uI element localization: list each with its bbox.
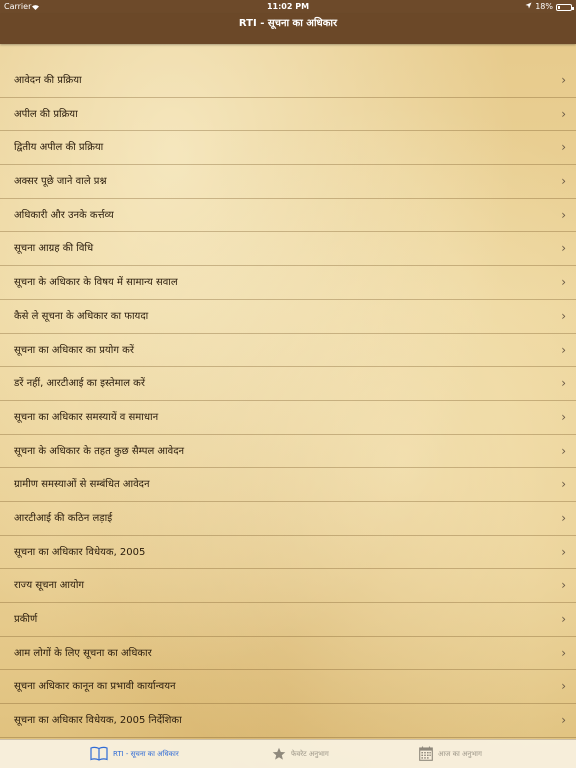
list-item[interactable]: अक्सर पूछे जाने वाले प्रश्न ›	[0, 165, 576, 199]
list-item[interactable]: डरें नहीं, आरटीआई का इस्तेमाल करें ›	[0, 367, 576, 401]
chevron-right-icon: ›	[561, 275, 566, 290]
list-item-label: सूचना का अधिकार विधेयक, 2005 निर्देशिका	[14, 715, 182, 727]
status-right: 18%	[525, 0, 574, 14]
list-item[interactable]: कैसे ले सूचना के अधिकार का फायदा ›	[0, 300, 576, 334]
list-item-label: सूचना के अधिकार के तहत कुछ सैम्पल आवेदन	[14, 445, 185, 457]
chevron-right-icon: ›	[561, 409, 566, 424]
tab-rti[interactable]: RTI - सूचना का अधिकार	[90, 740, 179, 768]
list-item[interactable]: सूचना के अधिकार के तहत कुछ सैम्पल आवेदन ›	[0, 435, 576, 469]
list-item[interactable]: सूचना का अधिकार समस्यायें व समाधान ›	[0, 401, 576, 435]
list-item[interactable]: द्वितीय अपील की प्रक्रिया ›	[0, 131, 576, 166]
list-item[interactable]: ग्रामीण समस्याओं से सम्बंधित आवेदन ›	[0, 468, 576, 502]
list-item-label: सूचना का अधिकार विधेयक, 2005	[14, 546, 146, 558]
list-item[interactable]: आरटीआई की कठिन लड़ाई ›	[0, 502, 576, 536]
list-item[interactable]: अपील की प्रक्रिया ›	[0, 98, 576, 132]
list-item[interactable]: सूचना का अधिकार का प्रयोग करें ›	[0, 334, 576, 368]
list-item-label: आरटीआई की कठिन लड़ाई	[14, 512, 113, 524]
status-time: 11:02 PM	[266, 2, 310, 11]
list-item-label: सूचना अधिकार कानून का प्रभावी कार्यान्वय…	[14, 681, 176, 693]
chevron-right-icon: ›	[561, 106, 566, 121]
list-item-label: आम लोगों के लिए सूचना का अधिकार	[14, 647, 152, 659]
tab-label: RTI - सूचना का अधिकार	[113, 750, 179, 758]
list-item[interactable]: प्रकीर्ण ›	[0, 603, 576, 637]
list-item-label: अक्सर पूछे जाने वाले प्रश्न	[14, 176, 107, 188]
tab-label: फेवरेट अनुभाग	[291, 750, 329, 758]
chevron-right-icon: ›	[561, 679, 566, 694]
battery-percent: 18%	[535, 2, 553, 11]
chevron-right-icon: ›	[561, 713, 566, 728]
list-item[interactable]: अधिकारी और उनके कर्त्तव्य ›	[0, 199, 576, 233]
star-icon	[272, 747, 286, 763]
battery-fill	[558, 5, 560, 9]
menu-list: आवेदन की प्रक्रिया › अपील की प्रक्रिया › द…	[0, 64, 576, 738]
chevron-right-icon: ›	[561, 342, 566, 357]
status-bar: Carrier 11:02 PM 18%	[0, 0, 576, 14]
chevron-right-icon: ›	[561, 477, 566, 492]
tab-label: आज का अनुभाग	[438, 750, 482, 758]
tab-bar: RTI - सूचना का अधिकार फेवरेट अनुभाग आज क…	[0, 739, 576, 768]
list-item[interactable]: सूचना आग्रह की विधि ›	[0, 232, 576, 267]
tab-favorites[interactable]: फेवरेट अनुभाग	[272, 740, 329, 768]
tab-today[interactable]: आज का अनुभाग	[419, 740, 482, 768]
list-item[interactable]: सूचना का अधिकार विधेयक, 2005 ›	[0, 536, 576, 570]
chevron-right-icon: ›	[561, 174, 566, 189]
chevron-right-icon: ›	[561, 376, 566, 391]
book-icon	[90, 746, 108, 763]
list-item-label: द्वितीय अपील की प्रक्रिया	[14, 142, 104, 154]
chevron-right-icon: ›	[561, 612, 566, 626]
list-item-label: अधिकारी और उनके कर्त्तव्य	[14, 209, 114, 221]
chevron-right-icon: ›	[561, 207, 566, 222]
list-item-label: ग्रामीण समस्याओं से सम्बंधित आवेदन	[14, 479, 150, 491]
chevron-right-icon: ›	[561, 645, 566, 660]
list-item[interactable]: आम लोगों के लिए सूचना का अधिकार ›	[0, 637, 576, 671]
chevron-right-icon: ›	[561, 241, 566, 256]
list-item[interactable]: सूचना का अधिकार विधेयक, 2005 निर्देशिका ›	[0, 704, 576, 738]
chevron-right-icon: ›	[561, 578, 566, 593]
chevron-right-icon: ›	[561, 544, 566, 559]
list-item-label: सूचना का अधिकार का प्रयोग करें	[14, 344, 134, 356]
location-icon	[525, 0, 532, 14]
chevron-right-icon: ›	[561, 308, 566, 323]
app-screen: Carrier 11:02 PM 18% RTI - सूचना का अधिक…	[0, 0, 576, 768]
list-item-label: सूचना के अधिकार के विषय में सामान्य सवाल	[14, 277, 178, 289]
page-title: RTI - सूचना का अधिकार	[238, 18, 338, 29]
list-item[interactable]: सूचना के अधिकार के विषय में सामान्य सवाल…	[0, 266, 576, 300]
list-item-label: डरें नहीं, आरटीआई का इस्तेमाल करें	[14, 378, 145, 390]
list-item-label: कैसे ले सूचना के अधिकार का फायदा	[14, 310, 149, 322]
chevron-right-icon: ›	[561, 140, 566, 155]
list-item-label: सूचना आग्रह की विधि	[14, 243, 94, 255]
navigation-bar: RTI - सूचना का अधिकार	[0, 14, 576, 44]
calendar-icon	[419, 746, 433, 763]
chevron-right-icon: ›	[561, 73, 566, 87]
list-item-label: प्रकीर्ण	[14, 614, 38, 625]
list-item-label: आवेदन की प्रक्रिया	[14, 75, 82, 86]
list-item[interactable]: सूचना अधिकार कानून का प्रभावी कार्यान्वय…	[0, 670, 576, 705]
list-item-label: राज्य सूचना आयोग	[14, 580, 85, 592]
list-item[interactable]: राज्य सूचना आयोग ›	[0, 569, 576, 603]
battery-icon	[556, 3, 574, 11]
chevron-right-icon: ›	[561, 510, 566, 525]
list-item[interactable]: आवेदन की प्रक्रिया ›	[0, 64, 576, 98]
list-item-label: अपील की प्रक्रिया	[14, 108, 78, 120]
chevron-right-icon: ›	[561, 443, 566, 458]
list-item-label: सूचना का अधिकार समस्यायें व समाधान	[14, 411, 159, 423]
